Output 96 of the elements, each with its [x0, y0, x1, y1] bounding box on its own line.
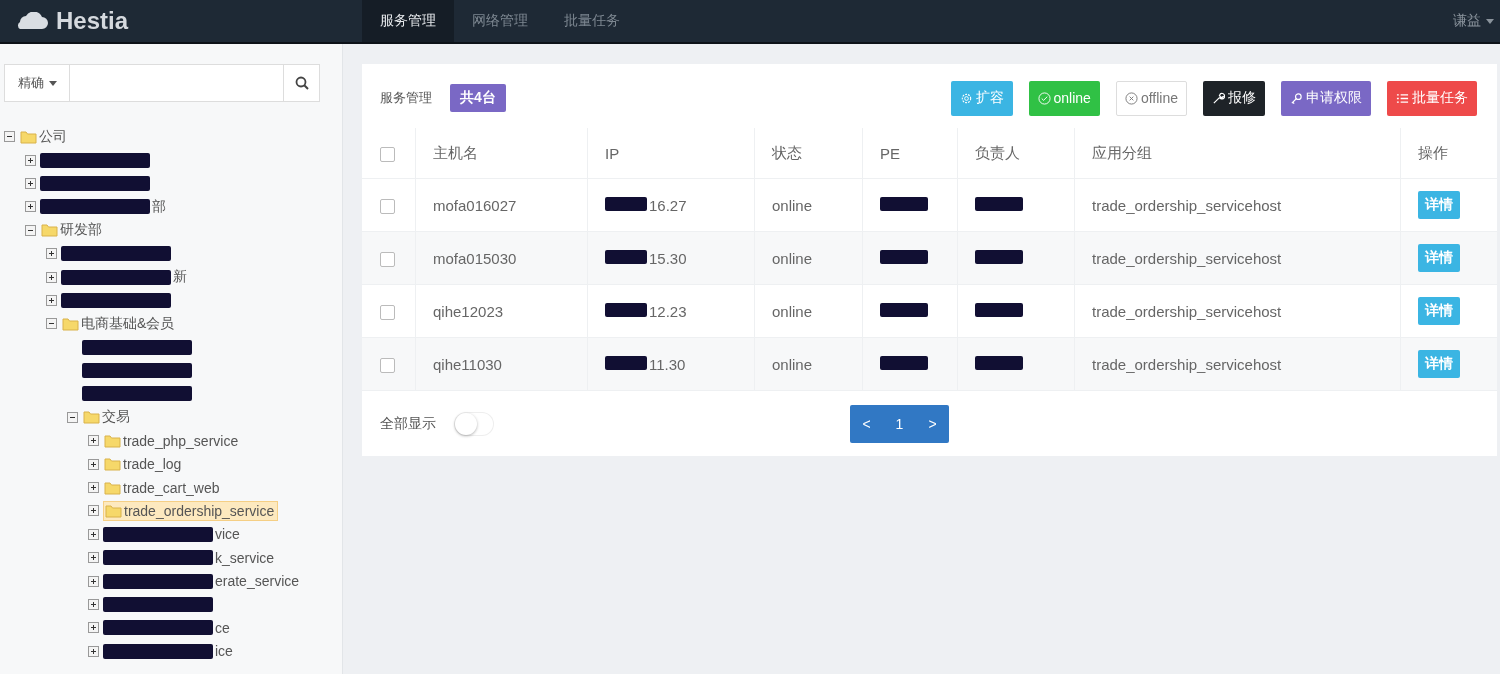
nav-tab[interactable]: 网络管理	[454, 0, 546, 42]
check-circle-icon	[1037, 91, 1051, 105]
tree-item[interactable]: 公司	[19, 126, 70, 147]
tree-item[interactable]: trade_php_service	[103, 431, 242, 450]
tree-item-label[interactable]: 部	[152, 197, 166, 216]
collapse-icon[interactable]	[46, 318, 57, 330]
expand-icon[interactable]	[25, 154, 36, 166]
expand-icon[interactable]	[88, 528, 99, 540]
table-cell: mofa015030	[415, 231, 588, 285]
expand-icon[interactable]	[88, 505, 99, 517]
table-cell: online	[754, 337, 863, 390]
action-button[interactable]: 申请权限	[1281, 80, 1371, 116]
redaction-bar	[605, 302, 647, 317]
tree-item[interactable]: trade_ordership_service	[103, 500, 279, 521]
redaction-bar	[605, 196, 647, 211]
cross-circle-icon	[1124, 91, 1138, 105]
expand-icon[interactable]	[46, 248, 57, 260]
folder-icon	[104, 457, 121, 472]
redaction-bar	[605, 355, 647, 370]
folder-icon	[20, 129, 37, 144]
folder-icon	[105, 503, 122, 518]
folder-icon	[104, 480, 121, 495]
expand-icon[interactable]	[25, 177, 36, 189]
action-button[interactable]: 报修	[1203, 80, 1265, 116]
column-header: 操作	[1400, 128, 1497, 179]
tree-item[interactable]: trade_cart_web	[103, 478, 223, 497]
expand-icon[interactable]	[88, 435, 99, 447]
table-cell: trade_ordership_servicehost	[1074, 231, 1401, 285]
tree-item[interactable]: trade_log	[103, 455, 185, 474]
row-checkbox[interactable]	[380, 198, 395, 214]
tree-item[interactable]: 电商基础&会员	[61, 313, 178, 334]
action-button[interactable]: 批量任务	[1387, 80, 1477, 116]
key-icon	[1290, 91, 1303, 105]
search-button[interactable]	[284, 64, 320, 102]
expand-icon[interactable]	[88, 599, 99, 610]
expand-icon[interactable]	[88, 552, 99, 564]
table-cell: qihe11030	[415, 337, 588, 390]
ip-text: 16.27	[649, 196, 687, 214]
tree-item-label[interactable]: vice	[215, 526, 240, 543]
redaction-bar	[605, 249, 647, 264]
ip-text: 12.23	[649, 302, 687, 320]
select-all-checkbox[interactable]	[380, 146, 395, 162]
user-menu[interactable]: 谦益	[1453, 12, 1500, 30]
expand-icon[interactable]	[25, 201, 36, 213]
tree-item[interactable]: 研发部	[40, 220, 105, 241]
table-cell: trade_ordership_servicehost	[1074, 337, 1401, 390]
column-header: 主机名	[415, 128, 588, 179]
search-field[interactable]	[70, 64, 284, 102]
prev-page-button[interactable]: <	[850, 404, 883, 443]
tree-item-label[interactable]: ice	[215, 643, 233, 660]
gear-icon	[959, 91, 973, 105]
collapse-icon[interactable]	[67, 411, 78, 423]
column-header: PE	[862, 128, 958, 179]
panel-title: 服务管理	[380, 89, 432, 107]
column-header: 状态	[754, 128, 863, 179]
column-header: 应用分组	[1074, 128, 1401, 179]
nav-tab[interactable]: 服务管理	[362, 0, 454, 42]
tree-item[interactable]: 交易	[82, 407, 133, 428]
expand-icon[interactable]	[88, 482, 99, 494]
collapse-icon[interactable]	[4, 131, 15, 143]
list-icon	[1396, 91, 1409, 105]
brand-name: Hestia	[56, 7, 129, 35]
tree-item-label[interactable]: ce	[215, 619, 230, 636]
caret-icon	[1486, 18, 1494, 24]
ip-text: 11.30	[649, 355, 686, 373]
expand-icon[interactable]	[88, 575, 99, 587]
action-button[interactable]: offline	[1115, 80, 1187, 116]
expand-icon[interactable]	[88, 458, 99, 470]
collapse-icon[interactable]	[25, 224, 36, 236]
column-header: 负责人	[957, 128, 1075, 179]
folder-icon	[104, 433, 121, 448]
ip-text: 15.30	[649, 249, 687, 267]
nav-tab[interactable]: 批量任务	[546, 0, 638, 42]
expand-icon[interactable]	[46, 294, 57, 306]
next-page-button[interactable]: >	[916, 404, 949, 443]
table-cell: online	[754, 231, 863, 285]
tree-item-label[interactable]: 新	[173, 268, 187, 287]
toggle-label: 全部显示	[380, 414, 436, 433]
tree-item-label[interactable]: k_service	[215, 549, 275, 566]
mode-dropdown[interactable]: 精确	[4, 64, 70, 102]
row-checkbox[interactable]	[380, 304, 395, 320]
toggle-switch[interactable]	[454, 411, 494, 436]
search-icon	[294, 76, 309, 90]
folder-icon	[41, 223, 58, 238]
folder-icon	[62, 316, 79, 331]
page-button[interactable]: 1	[883, 404, 916, 443]
expand-icon[interactable]	[88, 622, 99, 634]
tree-item-label[interactable]: erate_service	[215, 573, 300, 590]
column-header: IP	[587, 128, 755, 179]
folder-icon	[83, 410, 100, 425]
expand-icon[interactable]	[46, 271, 57, 283]
caret-icon	[48, 80, 57, 86]
row-checkbox[interactable]	[380, 357, 395, 373]
expand-icon[interactable]	[88, 645, 99, 657]
count-badge: 共4台	[450, 84, 506, 112]
row-checkbox[interactable]	[380, 251, 395, 267]
